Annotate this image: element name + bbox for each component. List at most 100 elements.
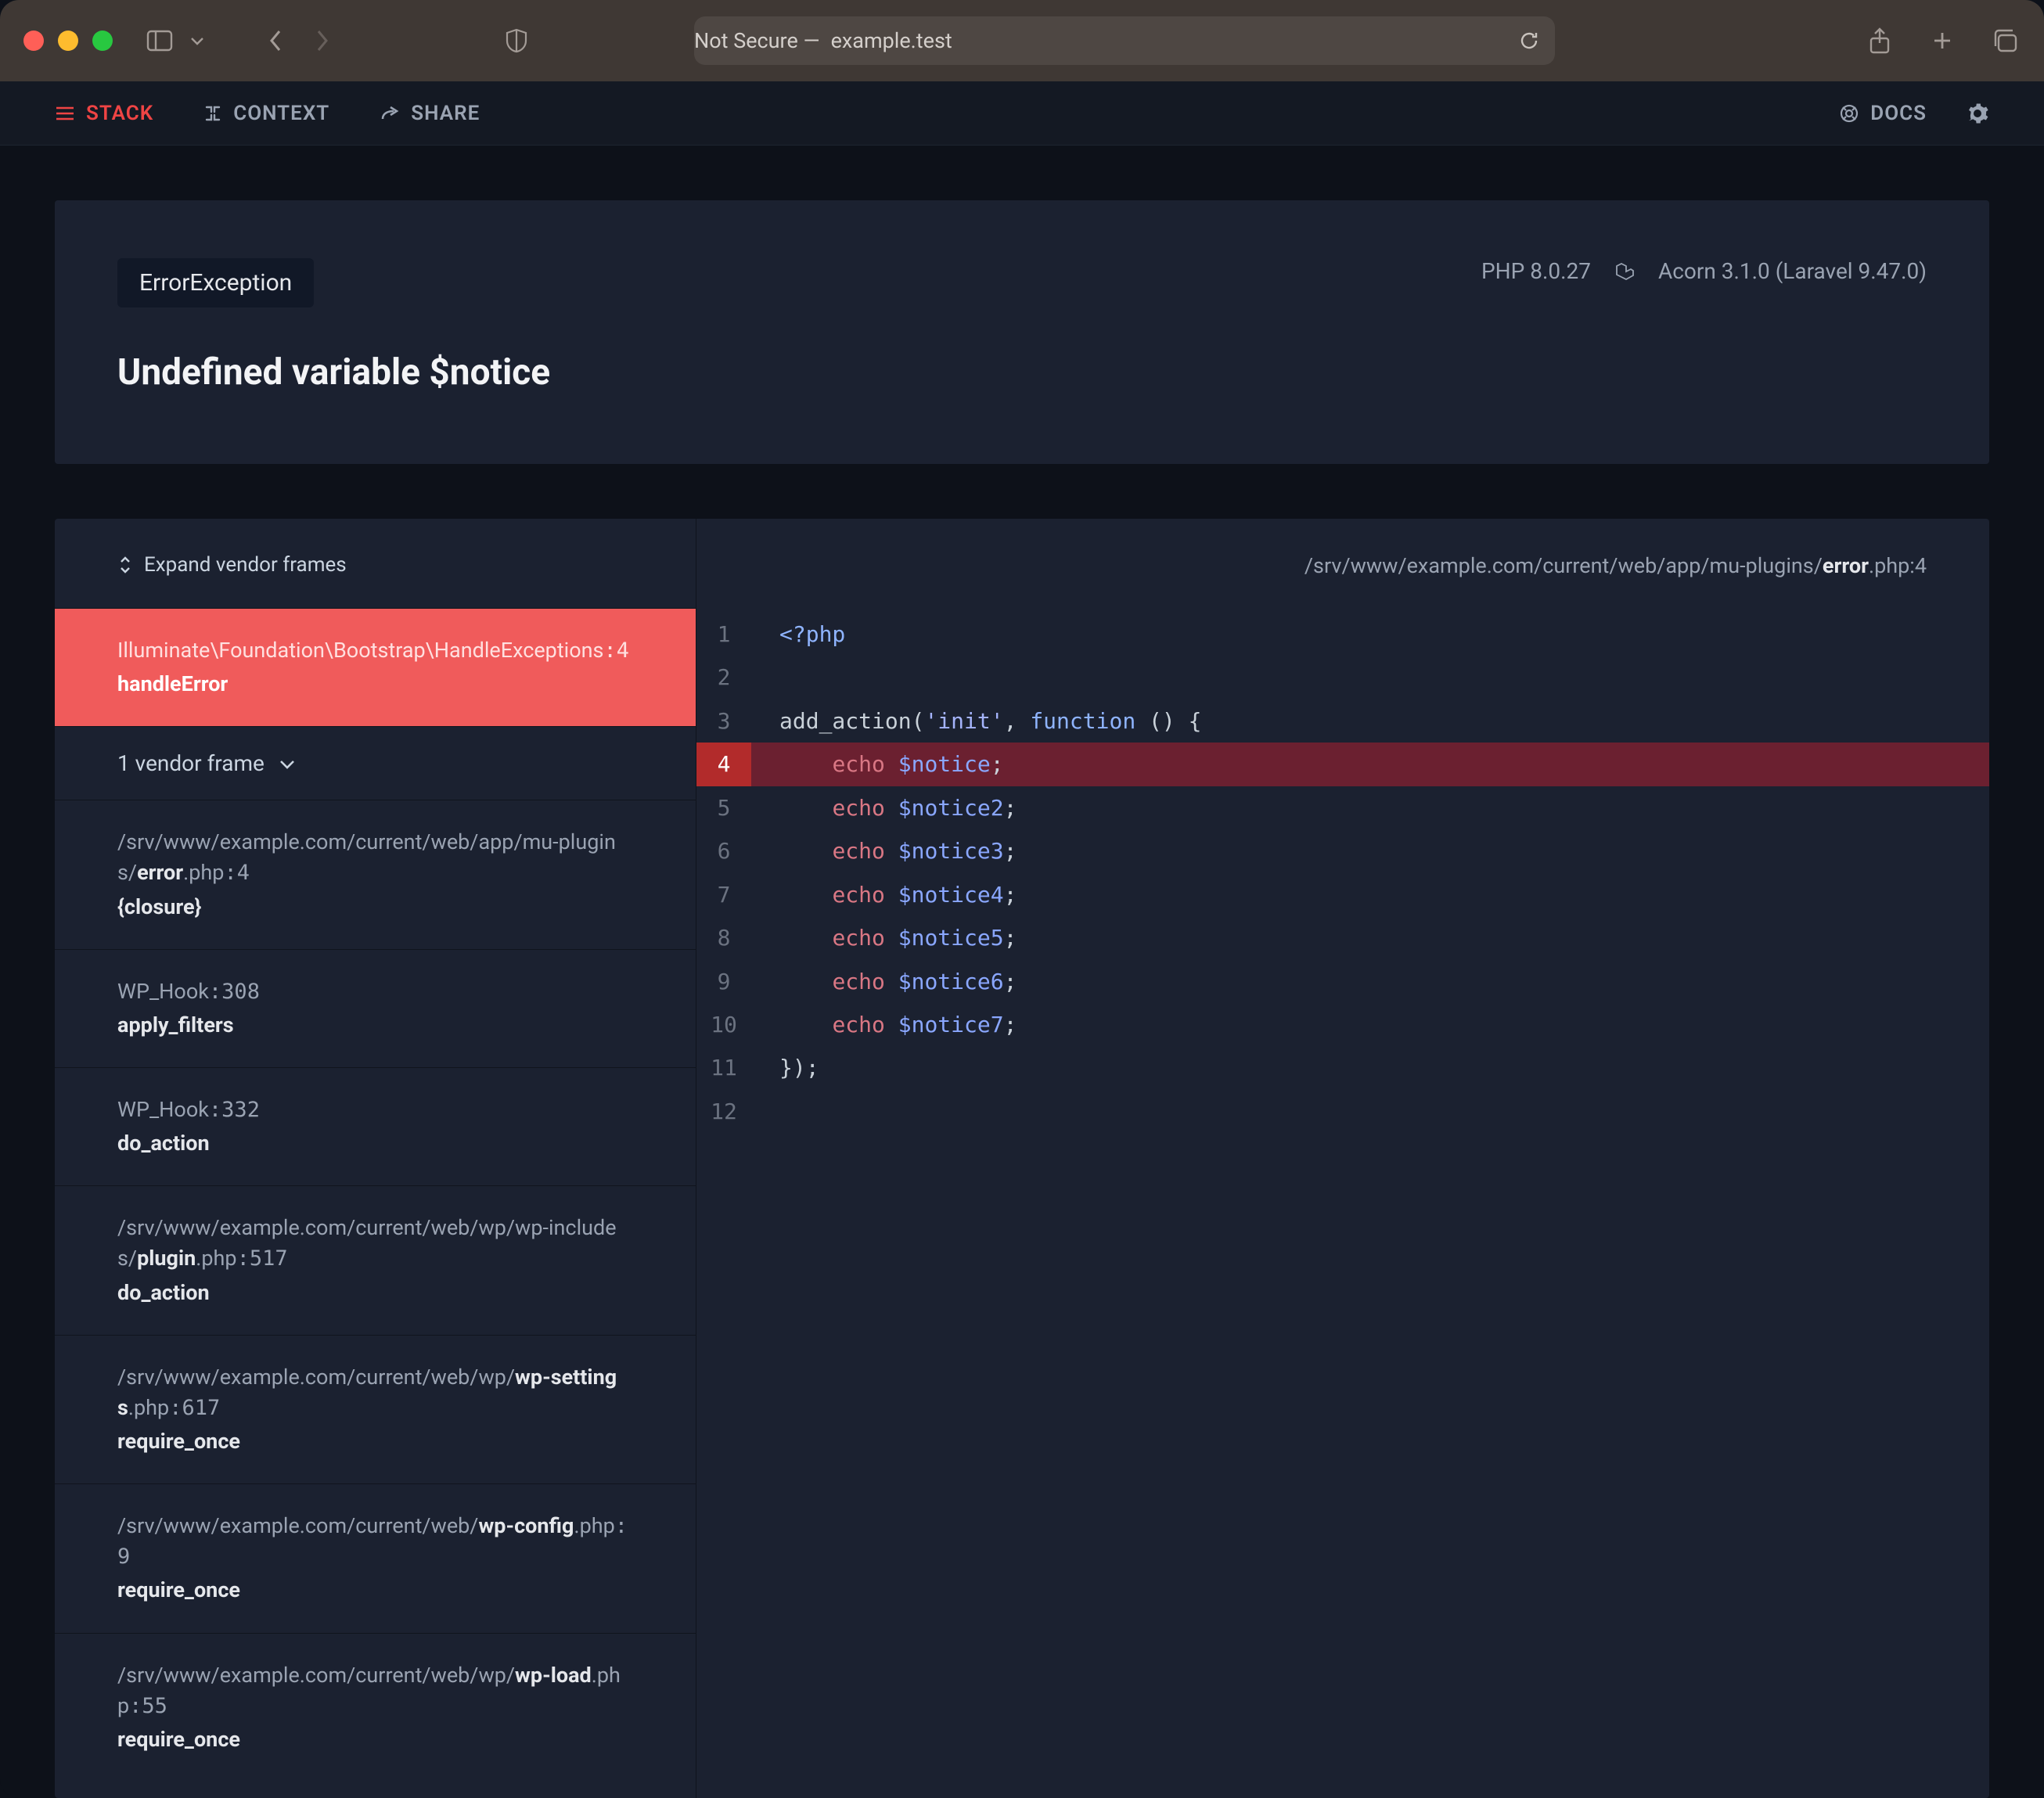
laravel-icon — [1614, 261, 1635, 282]
stack-frame[interactable]: /srv/www/example.com/current/web/wp/wp-l… — [55, 1633, 696, 1782]
code-line: 3add_action('init', function () { — [696, 699, 1989, 743]
share-arrow-icon — [380, 105, 400, 122]
line-number: 11 — [696, 1046, 751, 1089]
exception-class-badge: ErrorException — [117, 258, 314, 307]
nav-docs-link[interactable]: DOCS — [1839, 102, 1927, 125]
line-content: echo $notice; — [751, 743, 1989, 786]
expand-vendor-frames-button[interactable]: Expand vendor frames — [55, 519, 696, 608]
frame-method: require_once — [117, 1426, 633, 1457]
minimize-window-button[interactable] — [58, 31, 78, 51]
line-content: echo $notice7; — [751, 1003, 1989, 1046]
tab-overview-icon[interactable] — [1989, 25, 2021, 56]
frame-path: Illuminate\Foundation\Bootstrap\HandleEx… — [117, 635, 633, 666]
nav-tab-stack-label: STACK — [86, 102, 153, 125]
file-name: error — [1823, 553, 1869, 578]
nav-tab-context[interactable]: CONTEXT — [203, 102, 329, 125]
new-tab-icon[interactable] — [1927, 25, 1958, 56]
expand-icon — [117, 556, 133, 574]
source-code: 1<?php23add_action('init', function () {… — [696, 613, 1989, 1133]
line-content — [751, 1090, 1989, 1133]
line-content — [751, 656, 1989, 699]
line-number: 8 — [696, 916, 751, 959]
frame-path: /srv/www/example.com/current/web/wp/wp-i… — [117, 1213, 633, 1274]
code-line: 8 echo $notice5; — [696, 916, 1989, 959]
line-number: 12 — [696, 1090, 751, 1133]
line-number: 9 — [696, 960, 751, 1003]
frame-path: /srv/www/example.com/current/web/wp-conf… — [117, 1511, 633, 1572]
framework-label: Acorn 3.1.0 (Laravel 9.47.0) — [1658, 258, 1927, 284]
stack-trace-panel: Expand vendor frames Illuminate\Foundati… — [55, 519, 1989, 1798]
line-content: echo $notice5; — [751, 916, 1989, 959]
sidebar-toggle-icon[interactable] — [144, 25, 175, 56]
frame-path: WP_Hook:332 — [117, 1095, 633, 1125]
nav-tab-stack[interactable]: STACK — [55, 102, 153, 125]
frame-method: {closure} — [117, 892, 633, 922]
lifebuoy-icon — [1839, 103, 1859, 124]
line-content: echo $notice3; — [751, 829, 1989, 872]
frame-method: handleError — [117, 669, 633, 699]
chevron-down-icon — [279, 758, 296, 769]
file-line: 4 — [1915, 553, 1927, 578]
expand-vendor-label: Expand vendor frames — [144, 553, 347, 577]
vendor-frames-label: 1 vendor frame — [117, 750, 264, 776]
frame-method: do_action — [117, 1128, 633, 1159]
page-content: ErrorException PHP 8.0.27 Acorn 3.1.0 (L… — [0, 146, 2044, 1798]
stack-icon — [55, 105, 75, 122]
line-content: echo $notice4; — [751, 873, 1989, 916]
maximize-window-button[interactable] — [92, 31, 113, 51]
address-host: example.test — [831, 28, 952, 53]
code-line: 1<?php — [696, 613, 1989, 656]
exception-message: Undefined variable $notice — [117, 351, 1927, 394]
nav-tab-share[interactable]: SHARE — [380, 102, 480, 125]
shield-icon[interactable] — [501, 25, 532, 56]
frame-path: /srv/www/example.com/current/web/wp/wp-s… — [117, 1362, 633, 1423]
line-number: 3 — [696, 699, 751, 743]
code-line: 6 echo $notice3; — [696, 829, 1989, 872]
back-button[interactable] — [260, 25, 291, 56]
code-line: 2 — [696, 656, 1989, 699]
browser-chrome: Not Secure — example.test — [0, 0, 2044, 81]
browser-window: Not Secure — example.test — [0, 0, 2044, 1798]
share-icon[interactable] — [1864, 25, 1895, 56]
frame-path: /srv/www/example.com/current/web/app/mu-… — [117, 827, 633, 888]
stack-frame[interactable]: WP_Hook:308apply_filters — [55, 949, 696, 1067]
frame-method: require_once — [117, 1575, 633, 1606]
frame-method: require_once — [117, 1724, 633, 1755]
close-window-button[interactable] — [23, 31, 44, 51]
code-line: 9 echo $notice6; — [696, 960, 1989, 1003]
nav-tab-share-label: SHARE — [411, 102, 480, 125]
reload-icon[interactable] — [1519, 31, 1539, 51]
line-number: 10 — [696, 1003, 751, 1046]
line-content: <?php — [751, 613, 1989, 656]
line-number: 2 — [696, 656, 751, 699]
stack-frame[interactable]: Illuminate\Foundation\Bootstrap\HandleEx… — [55, 608, 696, 726]
frame-path: WP_Hook:308 — [117, 976, 633, 1007]
code-line: 4 echo $notice; — [696, 743, 1989, 786]
file-ext: .php — [1869, 553, 1909, 578]
source-file-path: /srv/www/example.com/current/web/app/mu-… — [696, 519, 1989, 613]
frame-method: do_action — [117, 1278, 633, 1308]
frame-method: apply_filters — [117, 1010, 633, 1041]
code-panel: /srv/www/example.com/current/web/app/mu-… — [696, 519, 1989, 1798]
stack-frame[interactable]: WP_Hook:332do_action — [55, 1067, 696, 1185]
chevron-down-icon[interactable] — [182, 25, 213, 56]
traffic-lights — [23, 31, 113, 51]
stack-frame[interactable]: /srv/www/example.com/current/web/wp/wp-s… — [55, 1335, 696, 1483]
file-path-prefix: /srv/www/example.com/current/web/app/mu-… — [1304, 553, 1823, 578]
app-top-nav: STACK CONTEXT SHARE DOCS — [0, 81, 2044, 146]
settings-icon[interactable] — [1966, 102, 1989, 125]
forward-button[interactable] — [307, 25, 338, 56]
line-content: echo $notice6; — [751, 960, 1989, 1003]
exception-header-card: ErrorException PHP 8.0.27 Acorn 3.1.0 (L… — [55, 200, 1989, 464]
line-content: add_action('init', function () { — [751, 699, 1989, 743]
stack-frame[interactable]: /srv/www/example.com/current/web/app/mu-… — [55, 800, 696, 948]
vendor-frames-collapsed[interactable]: 1 vendor frame — [55, 726, 696, 800]
address-bar[interactable]: Not Secure — example.test — [694, 16, 1555, 65]
stack-frame[interactable]: /srv/www/example.com/current/web/wp/wp-i… — [55, 1185, 696, 1334]
line-content: }); — [751, 1046, 1989, 1089]
nav-docs-label: DOCS — [1870, 102, 1927, 125]
frames-list: Expand vendor frames Illuminate\Foundati… — [55, 519, 696, 1798]
code-line: 10 echo $notice7; — [696, 1003, 1989, 1046]
line-number: 5 — [696, 786, 751, 829]
stack-frame[interactable]: /srv/www/example.com/current/web/wp-conf… — [55, 1483, 696, 1632]
